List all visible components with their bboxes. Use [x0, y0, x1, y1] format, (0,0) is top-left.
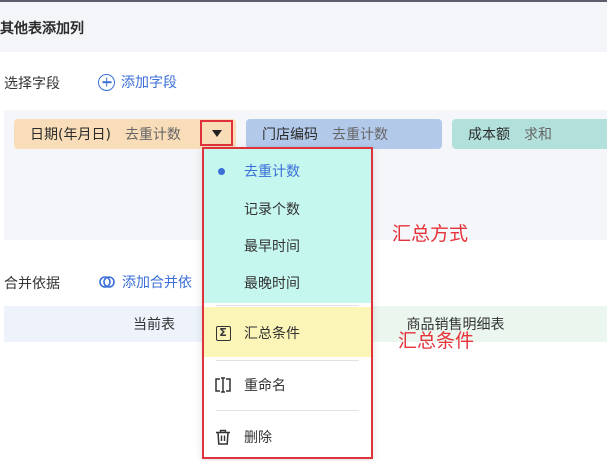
field-chip-name: 门店编码 — [262, 127, 318, 143]
menu-item-earliest-time[interactable]: 最早时间 — [204, 228, 371, 264]
menu-item-delete[interactable]: 删除 — [204, 419, 371, 455]
caret-down-icon — [211, 129, 222, 137]
menu-item-label: 最早时间 — [244, 239, 300, 255]
selected-bullet-icon — [218, 167, 225, 175]
add-field-button[interactable]: 添加字段 — [98, 72, 177, 92]
field-context-menu: 去重计数 记录个数 最早时间 最晚时间 Σ 汇总条件 重命名 删除 — [202, 147, 373, 459]
menu-item-rename[interactable]: 重命名 — [204, 367, 371, 403]
field-chip-name: 日期(年月日) — [30, 127, 111, 143]
trash-icon — [214, 428, 232, 446]
annotation-summary-condition: 汇总条件 — [398, 330, 475, 352]
menu-item-label: 汇总条件 — [244, 326, 300, 342]
add-merge-basis-button[interactable]: 添加合并依 — [98, 272, 192, 292]
add-field-label: 添加字段 — [121, 75, 177, 91]
menu-item-label: 删除 — [244, 430, 272, 446]
menu-item-latest-time[interactable]: 最晚时间 — [204, 265, 371, 301]
page-title: 其他表添加列 — [0, 21, 84, 37]
link-circles-icon — [99, 276, 115, 288]
field-chip-cost[interactable]: 成本额 求和 — [452, 119, 607, 149]
menu-item-label: 最晚时间 — [244, 276, 300, 292]
menu-divider — [216, 410, 359, 411]
merge-basis-label: 合并依据 — [4, 276, 60, 292]
menu-divider — [216, 360, 359, 361]
field-chip-store-code[interactable]: 门店编码 去重计数 — [246, 119, 442, 149]
plus-circle-icon — [98, 73, 115, 91]
rename-icon — [214, 376, 232, 394]
dialog-header: 其他表添加列 — [0, 2, 607, 52]
menu-divider — [216, 305, 359, 306]
annotation-summary-method: 汇总方式 — [392, 223, 469, 245]
select-fields-label: 选择字段 — [4, 76, 60, 92]
menu-item-record-count[interactable]: 记录个数 — [204, 191, 371, 227]
field-chip-aggregation: 去重计数 — [332, 127, 388, 143]
menu-item-label: 记录个数 — [244, 202, 300, 218]
menu-item-label: 重命名 — [244, 378, 286, 394]
field-chip-aggregation: 去重计数 — [124, 127, 181, 143]
menu-item-label: 去重计数 — [244, 164, 300, 180]
field-chip-aggregation: 求和 — [524, 127, 552, 143]
field-chip-name: 成本额 — [468, 127, 510, 143]
field-chip-dropdown-button[interactable] — [200, 120, 233, 146]
sigma-icon: Σ — [214, 324, 232, 342]
add-merge-basis-label: 添加合并依 — [122, 275, 192, 291]
menu-item-summary-condition[interactable]: Σ 汇总条件 — [204, 315, 371, 351]
menu-item-distinct-count[interactable]: 去重计数 — [204, 153, 371, 189]
